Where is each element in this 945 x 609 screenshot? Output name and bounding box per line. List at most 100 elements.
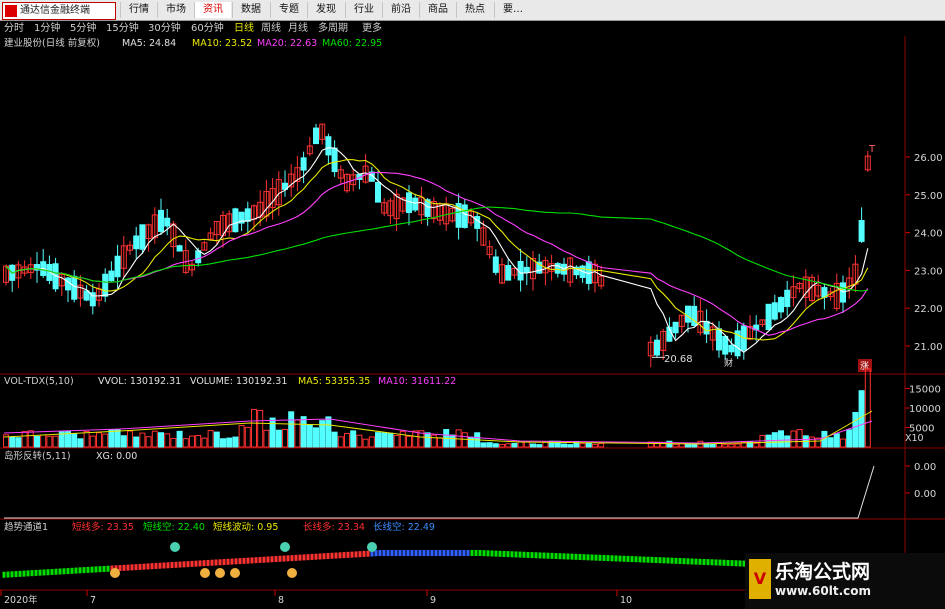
candle-body [406,192,412,213]
volume-bar [840,438,846,448]
menu-item[interactable]: 资讯 [194,2,231,18]
volume-bar [331,431,338,448]
y-tick-label: 26.00 [914,153,943,164]
period-option[interactable]: 30分钟 [148,23,181,35]
candle-body [858,219,865,242]
period-option[interactable]: 1分钟 [34,23,60,35]
volume-bar [468,436,474,448]
volume-bar [282,428,288,448]
volume-bar [393,435,400,448]
menu-item[interactable]: 要… [494,2,531,18]
short-short-label: 短线空: 22.40 [143,522,205,533]
candle-body [722,335,729,355]
menu-item[interactable]: 行情 [120,2,157,18]
volume-bar [771,432,778,448]
stock-name: 建业股份(日线 前复权) [4,38,100,49]
short-wave-label: 短线波动: 0.95 [213,522,279,533]
candle-body [728,344,735,353]
volume-bar [189,435,195,448]
volume-bar [592,443,598,448]
volume-bar [9,436,16,448]
volume-bar [375,432,381,448]
xg-label: XG: 0.00 [96,451,138,462]
volume-bar [176,430,183,448]
menu-item[interactable]: 专题 [270,2,307,18]
period-option[interactable]: 月线 [288,23,308,35]
volume-bar [269,417,276,448]
volume-bar [325,416,332,448]
volume-bar [350,430,357,448]
volume-bar [734,443,741,448]
x-axis-label: 2020年 [4,594,38,606]
volume-bar [449,434,456,448]
period-option[interactable]: 15分钟 [106,23,139,35]
menu-item[interactable]: 前沿 [382,2,419,18]
xg-signal-line [4,465,875,519]
volume-bar [195,434,202,448]
ma20-label: MA20: 22.63 [257,38,318,49]
volume-bar [133,436,140,448]
period-option[interactable]: 周线 [261,23,281,35]
candle-body [300,157,307,171]
chart-area[interactable]: 26.00 25.00 24.00 23.00 22.00 21.00 20.68 财 涨 T 15… [0,36,945,609]
menu-item[interactable]: 市场 [157,2,194,18]
candle-body [325,136,332,156]
candle-body [176,245,183,252]
volume-bar [257,409,264,448]
volume-bar [790,430,797,448]
period-option[interactable]: 5分钟 [70,23,96,35]
volume-bar [201,437,208,448]
volume-bar [337,436,344,448]
volume-bar [238,425,245,448]
volume-bar [263,429,270,448]
volume-bar [567,444,574,448]
menu-item[interactable]: 商品 [419,2,456,18]
volume-bar [709,444,716,448]
app-logo: 通达信金融终端 [2,2,116,20]
candle-body [703,320,710,335]
island-y-label: 0.00 [914,462,936,473]
period-option[interactable]: 日线 [234,23,254,35]
volume-bar [102,433,109,448]
watermark-badge: V [749,559,771,599]
volume-label: VOLUME: 130192.31 [190,376,288,387]
vol-ma10-label: MA10: 31611.22 [378,376,457,387]
volume-bar [399,430,406,448]
volume-bar [306,424,313,448]
volume-bar [220,438,226,448]
menu-item[interactable]: 发现 [307,2,344,18]
candle-body [672,321,679,334]
volume-bar [833,433,840,448]
period-option[interactable]: 更多 [362,23,382,35]
menu-item[interactable]: 行业 [345,2,382,18]
volume-bar [852,411,859,448]
volume-bar [499,444,505,448]
y-tick-label: 25.00 [914,191,943,202]
volume-bar [356,434,363,448]
trend-signal-dot [287,568,297,578]
volume-bar [728,443,735,448]
candle-body [523,266,530,273]
volume-bar [387,432,394,448]
menu-item[interactable]: 热点 [456,2,493,18]
event-label-t: T [868,144,876,155]
volume-bar [275,429,282,448]
volume-bar [753,442,760,448]
candle-body [65,277,71,291]
volume-bar [430,434,437,448]
volume-bar [406,435,412,448]
trend-name: 趋势通道1 [4,522,49,533]
trend-signal-dot [280,542,290,552]
menu-item[interactable]: 数据 [232,2,269,18]
candle-body [691,305,698,327]
y-tick-label: 22.00 [914,304,943,315]
candle-body [102,273,109,297]
candle-body [244,208,251,222]
island-name: 岛形反转(5,11) [4,451,71,462]
vvol-label: VVOL: 130192.31 [98,376,182,387]
period-option[interactable]: 分时 [4,23,24,35]
period-option[interactable]: 多周期 [318,23,348,35]
period-option[interactable]: 60分钟 [191,23,224,35]
volume-bar [517,441,524,448]
volume-bar [145,436,152,448]
